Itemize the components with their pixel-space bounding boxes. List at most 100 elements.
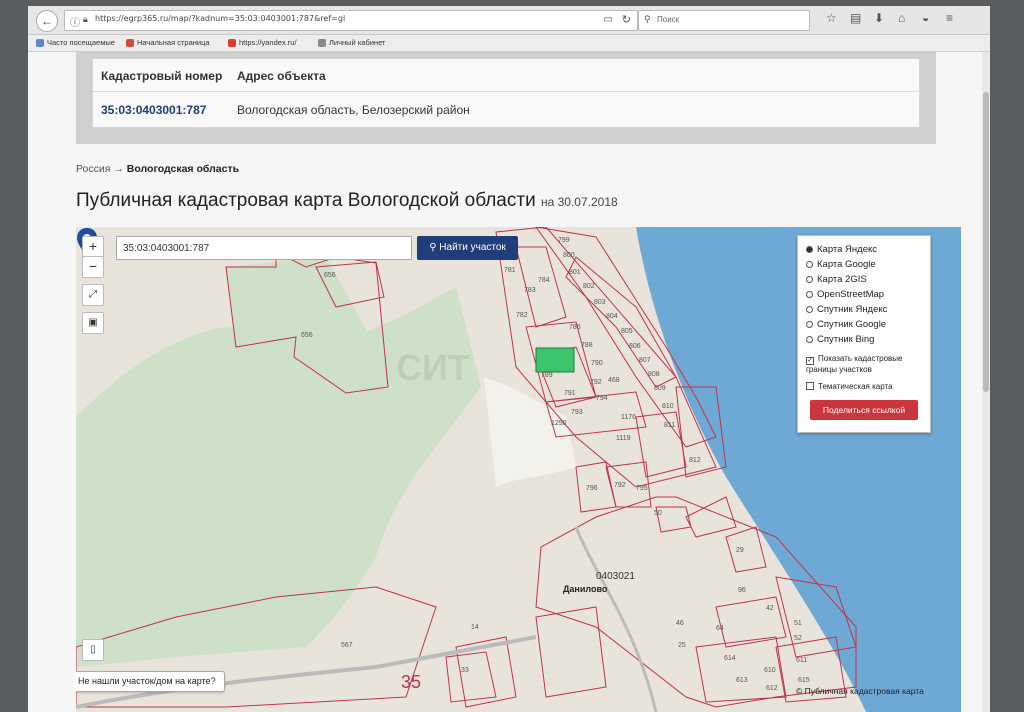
layer-google-map[interactable]: Карта Google: [806, 259, 876, 270]
parcel-label: 656: [301, 332, 313, 339]
parcel-label: 29: [736, 547, 744, 554]
layer-google-satellite[interactable]: Спутник Google: [806, 319, 886, 330]
radio-icon: [806, 276, 813, 283]
selected-parcel[interactable]: [535, 347, 575, 373]
bookmarks-list-icon[interactable]: ▤: [850, 11, 861, 25]
browser-window: ← ⓘ 🔒︎ https://egrp365.ru/map/?kadnum=35…: [28, 6, 990, 712]
radio-icon: [806, 336, 813, 343]
parcel-label: 610: [764, 667, 776, 674]
parcel-label: 781: [504, 267, 516, 274]
not-found-button[interactable]: Не нашли участок/дом на карте?: [76, 671, 225, 692]
parcel-label: 795: [636, 485, 648, 492]
parcel-label: 42: [766, 605, 774, 612]
parcel-label: 809: [654, 385, 666, 392]
url-text: https://egrp365.ru/map/?kadnum=35:03:040…: [95, 14, 346, 23]
cadastral-search-input[interactable]: 35:03:0403001:787: [116, 236, 412, 260]
zoom-in-button[interactable]: +: [82, 236, 104, 258]
header-address: Адрес объекта: [237, 69, 326, 83]
clearing-area: [484, 377, 576, 487]
download-icon[interactable]: ⬇: [874, 11, 884, 25]
cadastral-number-value[interactable]: 35:03:0403001:787: [101, 103, 206, 117]
parcel-1119[interactable]: [635, 411, 687, 478]
thematic-map-checkbox[interactable]: Тематическая карта: [806, 382, 924, 392]
parcel-29[interactable]: [725, 526, 767, 573]
reader-icon[interactable]: ▭: [604, 14, 613, 25]
parcel-label: 803: [594, 299, 606, 306]
parcel-label: 783: [524, 287, 536, 294]
parcel-46[interactable]: [715, 596, 787, 648]
print-icon[interactable]: ▣: [82, 312, 104, 334]
lock-icon: 🔒︎: [83, 14, 88, 24]
parcel-label: 796: [586, 485, 598, 492]
layer-yandex-map[interactable]: Карта Яндекс: [806, 244, 877, 255]
home-icon[interactable]: ⌂: [898, 11, 905, 25]
parcel-label: 791: [564, 390, 576, 397]
browser-search[interactable]: ⚲ Поиск: [638, 10, 810, 31]
parcel-label: 800: [563, 252, 575, 259]
info-icon: ⓘ: [70, 18, 80, 29]
parcel-label: 805: [621, 328, 633, 335]
page-scrollbar[interactable]: [982, 52, 990, 712]
radio-icon: [806, 246, 813, 253]
object-info-table: Кадастровый номер Адрес объекта 35:03:04…: [92, 58, 920, 128]
bookmark-start-page[interactable]: Начальная страница: [126, 38, 210, 48]
parcel-label: 1290: [551, 420, 567, 427]
parcel-label: 811: [664, 422, 676, 429]
parcel-label: 611: [796, 657, 808, 664]
layer-yandex-satellite[interactable]: Спутник Яндекс: [806, 304, 887, 315]
parcel-label: 808: [648, 371, 660, 378]
pocket-icon[interactable]: ◒: [922, 11, 929, 25]
parcel-label: 656: [324, 272, 336, 279]
parcel-label: 51: [794, 620, 802, 627]
parcel-label: 801: [569, 269, 581, 276]
share-link-button[interactable]: Поделиться ссылкой: [810, 400, 918, 420]
reload-icon[interactable]: ↻: [622, 13, 631, 26]
url-bar[interactable]: ⓘ 🔒︎ https://egrp365.ru/map/?kadnum=35:0…: [64, 10, 638, 31]
header-cadastral-number: Кадастровый номер: [101, 69, 223, 83]
find-parcel-label: Найти участок: [439, 242, 506, 253]
layer-2gis-map[interactable]: Карта 2GIS: [806, 274, 867, 285]
menu-icon[interactable]: ≡: [946, 11, 953, 25]
zoom-out-button[interactable]: −: [82, 256, 104, 278]
scroll-thumb[interactable]: [983, 92, 989, 392]
parcel-label: 96: [738, 587, 746, 594]
parcel-label: 612: [766, 685, 778, 692]
bookmark-yandex[interactable]: https://yandex.ru/: [228, 38, 297, 48]
parcel-33[interactable]: [445, 651, 497, 703]
breadcrumb-region: Вологодская область: [126, 163, 240, 175]
page-title-date: на 30.07.2018: [540, 195, 618, 209]
book-icon[interactable]: ▯: [82, 639, 104, 661]
bookmark-star-icon[interactable]: ☆: [826, 11, 837, 25]
breadcrumb-russia[interactable]: Россия: [76, 163, 110, 175]
parcel-label: 793: [571, 409, 583, 416]
parcel-south-village[interactable]: [535, 606, 607, 698]
parcel-label: 14: [471, 624, 479, 631]
find-parcel-button[interactable]: ⚲ Найти участок: [417, 236, 518, 260]
fullscreen-icon[interactable]: ⤢: [82, 284, 104, 306]
parcel-shed[interactable]: [685, 496, 737, 538]
parcel-label: 784: [538, 277, 550, 284]
parcel-label: 802: [583, 283, 595, 290]
map-copyright: © Публичная кадастровая карта: [796, 686, 924, 696]
bookmarks-bar: Часто посещаемые Начальная страница http…: [28, 35, 990, 52]
parcel-label: 615: [798, 677, 810, 684]
parcel-label: 804: [606, 313, 618, 320]
bookmark-icon: [36, 39, 44, 48]
parcel-label: 807: [639, 357, 651, 364]
bookmark-frequent[interactable]: Часто посещаемые: [36, 38, 115, 48]
cadastral-map[interactable]: 656 656 567 14 33 799 800 801 802 803 80…: [76, 227, 961, 712]
parcel-label: 792: [614, 482, 626, 489]
address-value: Вологодская область, Белозерский район: [237, 103, 470, 117]
parcel-label: 613: [736, 677, 748, 684]
back-button[interactable]: ←: [36, 10, 58, 32]
region-number: 35: [401, 672, 422, 692]
page-title: Публичная кадастровая карта Вологодской …: [76, 190, 618, 212]
show-borders-checkbox[interactable]: ✓ Показать кадастровые границы участков: [806, 354, 924, 375]
parcel-label: 782: [516, 312, 528, 319]
bookmark-cabinet[interactable]: Личный кабинет: [318, 38, 385, 48]
parcel-label: 614: [724, 655, 736, 662]
parcel-label: 794: [596, 395, 608, 402]
quarter-label: 0403021: [596, 571, 635, 582]
layer-openstreetmap[interactable]: OpenStreetMap: [806, 289, 884, 300]
layer-bing-satellite[interactable]: Спутник Bing: [806, 334, 874, 345]
